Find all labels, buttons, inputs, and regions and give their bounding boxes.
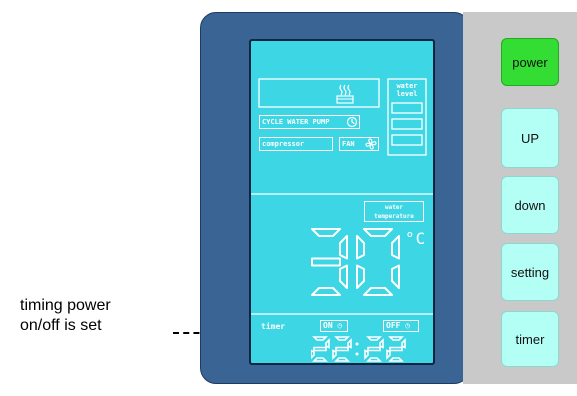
timer-colon-dot (355, 342, 359, 346)
water-temperature-label-line-1: water (384, 204, 404, 211)
setting-button[interactable]: setting (501, 243, 559, 301)
on-clock-icon: ◷ (337, 321, 343, 330)
annotation-line-2: on/off is set (20, 317, 102, 334)
timer-digit-segment (389, 346, 403, 352)
temperature-digit-ones-segment (391, 264, 400, 289)
water-level-label: water level (394, 82, 420, 98)
temperature-digit-tens-segment (339, 264, 348, 289)
temperature-digit-ones-segment (363, 287, 393, 296)
temperature-digit-tens-segment (311, 228, 341, 237)
water-level-label-line-2: level (396, 90, 418, 98)
timer-digit-segment (364, 349, 369, 360)
pump-icon (346, 116, 358, 128)
water-temperature-label: water temperature (364, 201, 424, 222)
timer-digit-segment (334, 357, 350, 362)
timer-digit-segment (312, 336, 328, 341)
timer-digit-segment (311, 349, 315, 360)
off-label: OFF (386, 321, 401, 330)
temperature-digit-tens-segment (339, 235, 348, 260)
timer-digit-segment (334, 336, 350, 341)
timer-digit-segment (312, 357, 328, 362)
cycle-water-pump-label: CYCLE WATER PUMP (262, 118, 330, 126)
temperature-unit: °C (405, 229, 427, 248)
timer-colon-dot (355, 352, 359, 356)
power-button[interactable]: power (501, 38, 559, 86)
timer-digit-segment (379, 338, 384, 349)
on-indicator: ON ◷ (320, 320, 348, 332)
hot-water-icon (336, 84, 354, 104)
temperature-digit-tens-segment (311, 257, 341, 267)
timer-digit-segment (325, 338, 330, 349)
timer-digit-segment (366, 357, 382, 362)
temperature-digit-ones-segment (356, 264, 365, 289)
compressor-label: compressor (262, 140, 305, 148)
timer-digit-segment (386, 349, 391, 360)
temperature-digit-ones-segment (356, 235, 365, 260)
timer-digit-segment (332, 349, 337, 360)
timer-digit-segment (366, 336, 382, 341)
fan-label: FAN (342, 140, 355, 148)
timer-digit-segment (367, 346, 381, 352)
temperature-digit-tens-segment (311, 287, 341, 296)
timer-button[interactable]: timer (501, 311, 559, 367)
annotation-line-1: timing power (20, 297, 111, 314)
timer-label: timer (261, 322, 286, 331)
timer-digit-segment (335, 346, 349, 352)
temperature-digit-ones-segment (391, 235, 400, 260)
temperature-digits (311, 228, 400, 296)
off-clock-icon: ◷ (405, 321, 411, 330)
up-button[interactable]: UP (501, 108, 559, 168)
timer-digit-segment (347, 338, 352, 349)
on-label: ON (323, 321, 333, 330)
water-level-label-line-1: water (396, 82, 418, 90)
timer-digit-segment (388, 336, 404, 341)
timer-digit-segment (401, 338, 406, 349)
compressor-indicator: compressor (259, 137, 333, 151)
temperature-digit-ones-segment (363, 228, 393, 237)
annotation: timing power on/off is set (20, 296, 111, 336)
water-temperature-label-line-2: temperature (374, 213, 414, 220)
cycle-water-pump-indicator: CYCLE WATER PUMP (259, 115, 360, 129)
down-button[interactable]: down (501, 176, 559, 234)
fan-icon (365, 138, 377, 150)
timer-digit-segment (313, 346, 327, 352)
timer-digit-segment (388, 357, 404, 362)
lcd-display: CYCLE WATER PUMP compressor FAN water le… (249, 39, 435, 365)
timer-digits (311, 336, 406, 362)
off-indicator: OFF ◷ (383, 320, 419, 332)
